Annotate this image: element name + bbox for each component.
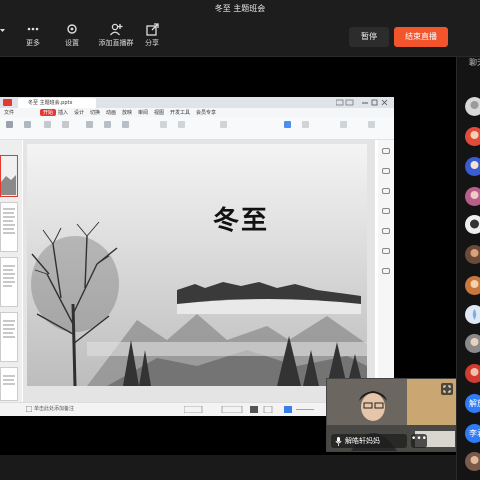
- wps-tabbar: 冬至 主题班会.pptx: [0, 97, 394, 108]
- avatar[interactable]: [465, 364, 480, 383]
- settings-button[interactable]: 设置: [54, 22, 90, 48]
- add-user-icon: [109, 23, 123, 36]
- menu-review[interactable]: 审阅: [138, 109, 148, 116]
- microphone-icon[interactable]: [335, 437, 342, 446]
- textbox-icon[interactable]: [160, 121, 167, 128]
- view-controls-icon[interactable]: [184, 406, 314, 413]
- property-icon[interactable]: [382, 228, 390, 234]
- thumbnail-2[interactable]: [0, 202, 18, 252]
- avatar-name-tag[interactable]: 解放: [465, 394, 480, 413]
- bottom-bar: [0, 455, 456, 480]
- menu-transition[interactable]: 切换: [90, 109, 100, 116]
- current-slide[interactable]: 冬至: [27, 144, 367, 386]
- wps-ribbon: [0, 117, 394, 140]
- design-icon[interactable]: [382, 268, 390, 274]
- avatar[interactable]: [465, 334, 480, 353]
- avatar[interactable]: [465, 97, 480, 116]
- thumbnail-2-preview: [3, 208, 15, 234]
- more-button[interactable]: 更多: [15, 22, 51, 48]
- menu-animation[interactable]: 动画: [106, 109, 116, 116]
- layout-icon[interactable]: [62, 121, 69, 128]
- replace-icon[interactable]: [368, 121, 375, 128]
- webcam-preview[interactable]: 解皓轩妈妈 •••: [326, 378, 458, 452]
- select-icon[interactable]: [340, 121, 347, 128]
- pane-icon[interactable]: [382, 148, 390, 154]
- pause-button[interactable]: 暂停: [349, 27, 389, 47]
- notes-placeholder[interactable]: 单击此处添加备注: [34, 405, 74, 412]
- menu-insert[interactable]: 插入: [58, 109, 68, 116]
- slide-thumbnails: [0, 140, 22, 402]
- more-icon: [27, 27, 39, 31]
- share-button[interactable]: 分享: [134, 22, 170, 48]
- menu-design[interactable]: 设计: [74, 109, 84, 116]
- share-label: 分享: [145, 39, 159, 47]
- menu-slideshow[interactable]: 放映: [122, 109, 132, 116]
- slide-title[interactable]: 冬至: [213, 200, 269, 237]
- wps-logo-icon: [3, 99, 12, 106]
- webcam-more-button[interactable]: •••: [411, 434, 427, 448]
- wps-menubar: 文件 开始 插入 设计 切换 动画 放映 审阅 视图 开发工具 会员专享: [0, 108, 394, 117]
- share-icon: [146, 23, 159, 36]
- side-panel-header: 聊天: [469, 58, 480, 67]
- window-title: 冬至 主题班会: [214, 4, 266, 13]
- thumbnail-1-preview: [1, 156, 16, 195]
- new-slide-icon[interactable]: [44, 121, 51, 128]
- thumbnail-3-preview: [3, 265, 15, 287]
- webcam-name-label: 解皓轩妈妈: [345, 437, 380, 445]
- paste-icon[interactable]: [6, 121, 13, 128]
- thumbnail-4-preview: [3, 320, 15, 338]
- select-pane-icon[interactable]: [382, 248, 390, 254]
- thumbnail-1[interactable]: [0, 155, 18, 197]
- thumbnail-4[interactable]: [0, 312, 18, 362]
- avatar[interactable]: [465, 157, 480, 176]
- settings-label: 设置: [65, 39, 79, 47]
- gear-icon: [67, 24, 77, 34]
- format-painter-icon[interactable]: [24, 121, 31, 128]
- more-label: 更多: [26, 39, 40, 47]
- avatar[interactable]: [465, 187, 480, 206]
- add-group-label: 添加直播群: [98, 39, 134, 47]
- webcam-name-tag: 解皓轩妈妈: [331, 434, 407, 448]
- expand-icon[interactable]: [441, 383, 453, 395]
- arrange-icon[interactable]: [220, 121, 227, 128]
- wps-document-tab[interactable]: 冬至 主题班会.pptx: [18, 98, 96, 108]
- winter-landscape-image: [27, 144, 367, 386]
- thumbnail-5-preview: [3, 375, 15, 385]
- avatar[interactable]: [465, 215, 480, 234]
- avatar-name-tag[interactable]: 李君: [465, 424, 480, 443]
- chat-side-panel: 聊天: [456, 57, 480, 480]
- bold-icon[interactable]: [104, 121, 111, 128]
- menu-file[interactable]: 文件: [4, 109, 14, 116]
- end-live-button[interactable]: 结束直播: [394, 27, 448, 47]
- picture-icon[interactable]: [284, 121, 291, 128]
- avatar[interactable]: [465, 276, 480, 295]
- avatar[interactable]: [465, 245, 480, 264]
- animation-pane-icon[interactable]: [382, 188, 390, 194]
- menu-developer[interactable]: 开发工具: [170, 109, 190, 116]
- avatar[interactable]: [465, 305, 480, 324]
- thumbnail-3[interactable]: [0, 257, 18, 307]
- menu-view[interactable]: 视图: [154, 109, 164, 116]
- shared-screen-wps: 冬至 主题班会.pptx 文件 开始 插入 设计 切换 动画 放映 审阅 视图 …: [0, 97, 394, 416]
- avatar[interactable]: [465, 127, 480, 146]
- avatar[interactable]: [465, 452, 480, 471]
- find-icon[interactable]: [302, 121, 309, 128]
- add-group-button[interactable]: 添加直播群: [96, 22, 136, 48]
- history-icon[interactable]: [382, 208, 390, 214]
- menu-member[interactable]: 会员专享: [196, 109, 216, 116]
- thumbnail-5[interactable]: [0, 367, 18, 401]
- shape-icon[interactable]: [178, 121, 185, 128]
- align-icon[interactable]: [122, 121, 129, 128]
- window-controls-icon[interactable]: [336, 99, 390, 106]
- object-icon[interactable]: [382, 168, 390, 174]
- menu-home[interactable]: 开始: [40, 109, 57, 116]
- slide-editor: 冬至: [23, 140, 375, 402]
- notes-icon: [26, 406, 32, 412]
- dropdown-arrow-icon[interactable]: [0, 28, 6, 34]
- window-titlebar: 冬至 主题班会: [0, 0, 480, 16]
- wps-right-toolbar: [378, 140, 394, 402]
- font-icon[interactable]: [86, 121, 93, 128]
